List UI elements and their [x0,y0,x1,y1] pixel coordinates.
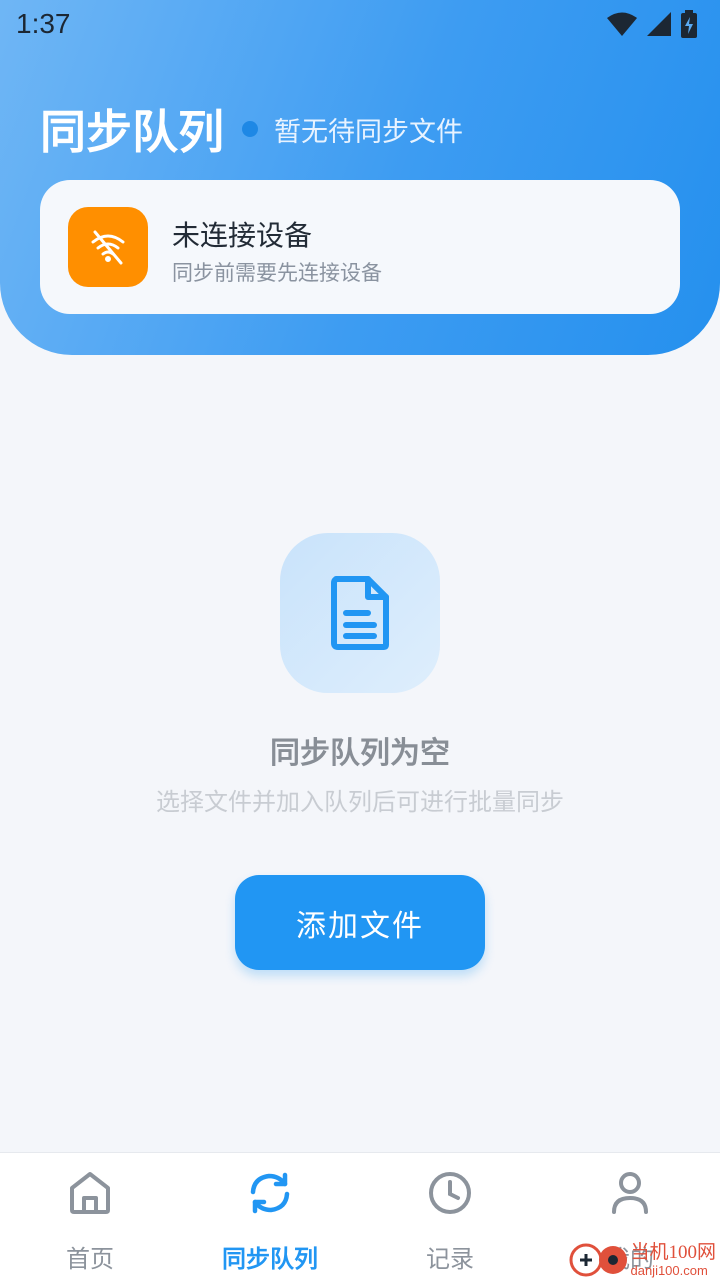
watermark-logo-icon [569,1243,628,1277]
nav-label-records: 记录 [426,1245,474,1273]
status-icons [606,10,698,38]
nav-label-sync-queue: 同步队列 [222,1245,318,1273]
status-bar: 1:37 [0,0,720,50]
device-connection-card[interactable]: 未连接设备 同步前需要先连接设备 [40,180,680,314]
device-icon-box [68,207,148,287]
device-status-subtitle: 同步前需要先连接设备 [172,261,382,285]
watermark-text: 当机100网 [630,1241,716,1263]
page-title: 同步队列 [40,105,224,159]
empty-state-icon-box [280,533,440,693]
empty-state-description: 选择文件并加入队列后可进行批量同步 [156,788,564,816]
battery-icon [681,10,697,38]
cellular-signal-icon [647,12,671,36]
wifi-off-icon [91,230,125,265]
nav-item-records[interactable]: 记录 [360,1153,540,1280]
nav-item-sync-queue[interactable]: 同步队列 [180,1153,360,1280]
empty-state-title: 同步队列为空 [270,736,450,771]
watermark-url: danji100.com [630,1262,708,1278]
nav-label-home: 首页 [66,1245,114,1273]
status-time: 1:37 [16,8,71,39]
clock-icon [426,1169,474,1217]
watermark: 当机100网 danji100.com [568,1242,716,1278]
home-icon [66,1169,114,1217]
page-subtitle: 暂无待同步文件 [274,116,463,148]
watermark-text-block: 当机100网 danji100.com [630,1241,716,1278]
status-dot [242,121,258,137]
nav-item-home[interactable]: 首页 [0,1153,180,1280]
device-status-title: 未连接设备 [172,219,313,252]
user-icon [606,1169,654,1217]
title-row: 同步队列 暂无待同步文件 [40,96,463,162]
add-file-button[interactable]: 添加文件 [235,875,485,970]
wifi-signal-icon [607,12,637,36]
sync-icon [246,1169,294,1217]
document-icon [331,576,389,650]
